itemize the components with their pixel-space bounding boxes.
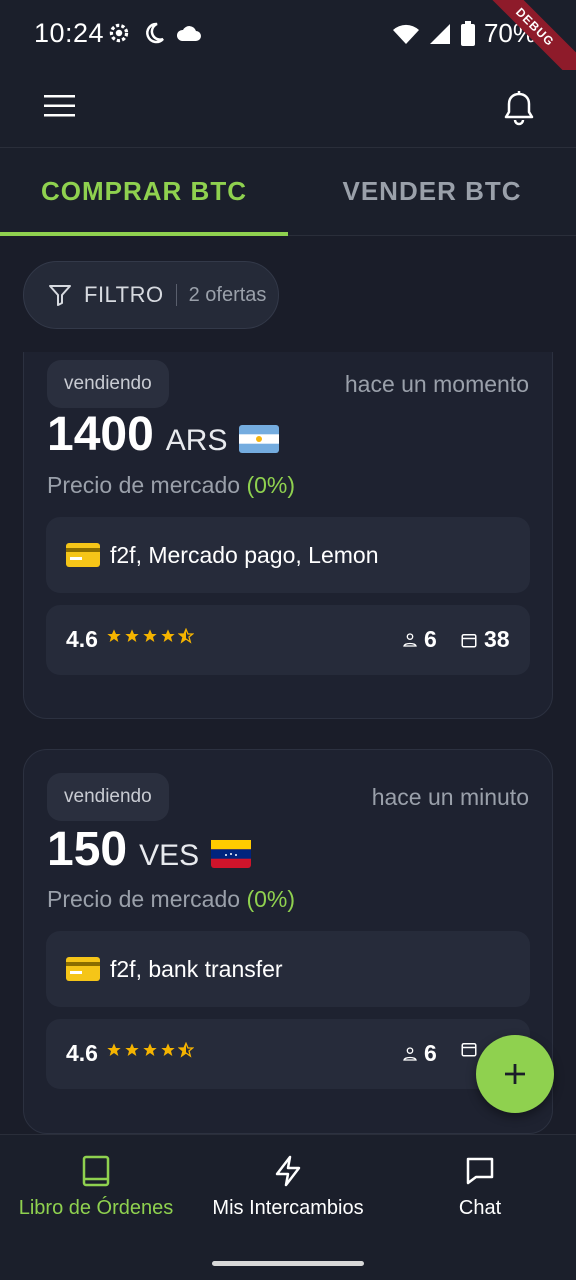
offer-currency: VES — [139, 839, 200, 872]
star-icon — [107, 629, 121, 642]
notifications-button[interactable] — [502, 90, 536, 126]
tab-comprar-btc[interactable]: COMPRAR BTC — [0, 148, 288, 236]
do-not-disturb-icon — [146, 22, 164, 44]
nav-chat[interactable]: Chat — [384, 1155, 576, 1220]
user-icon — [403, 1046, 417, 1061]
payment-text: f2f, Mercado pago, Lemon — [110, 541, 379, 568]
status-bar: 10:24 70% DEBUG — [0, 0, 576, 88]
payment-text: f2f, bank transfer — [110, 955, 283, 982]
tab-bar: COMPRAR BTC VENDER BTC — [0, 148, 576, 236]
status-time: 10:24 — [34, 18, 105, 48]
lightning-icon — [275, 1155, 301, 1187]
offers-count: 2 ofertas — [188, 283, 267, 306]
credit-card-icon — [66, 543, 100, 567]
nav-order-book[interactable]: Libro de Órdenes — [0, 1155, 192, 1220]
rating-value: 4.6 — [66, 1040, 98, 1066]
offer-card[interactable]: vendiendo hace un momento 1400 ARS Preci… — [23, 352, 553, 719]
battery-icon — [460, 20, 475, 46]
market-price: Precio de mercado (0%) — [47, 472, 295, 498]
offer-amount: 1400 — [47, 408, 154, 461]
wifi-icon — [392, 24, 419, 44]
offers-list[interactable]: vendiendo hace un momento 1400 ARS Preci… — [0, 352, 576, 1134]
user-icon — [403, 632, 417, 647]
filter-button[interactable]: FILTRO 2 ofertas — [23, 261, 279, 329]
chat-icon — [466, 1157, 494, 1185]
menu-button[interactable] — [44, 94, 76, 122]
calendar-icon — [461, 633, 477, 647]
offer-time: hace un minuto — [371, 784, 529, 810]
calendar-icon — [461, 1043, 477, 1057]
star-half-icon — [178, 628, 194, 644]
hamburger-icon — [44, 95, 75, 117]
offer-time: hace un momento — [344, 371, 529, 397]
filter-divider — [175, 284, 177, 306]
cloud-icon — [176, 26, 201, 41]
book-icon — [82, 1155, 110, 1187]
star-icon — [143, 629, 157, 642]
credit-card-icon — [66, 957, 100, 981]
star-icon — [107, 1043, 121, 1056]
side-chip: vendiendo — [47, 360, 169, 408]
star-icon — [125, 629, 139, 642]
rating-stars — [106, 1042, 194, 1058]
payment-methods: f2f, Mercado pago, Lemon — [46, 517, 530, 593]
gear-notification-icon — [109, 23, 129, 43]
star-icon — [143, 1043, 157, 1056]
trades-stat: 6 — [402, 1040, 437, 1067]
app-bar — [0, 70, 576, 148]
venezuela-flag-icon — [211, 840, 252, 873]
nav-my-trades[interactable]: Mis Intercambios — [192, 1155, 384, 1220]
payment-methods: f2f, bank transfer — [46, 931, 530, 1007]
rating-stars — [106, 628, 194, 644]
offer-amount: 150 — [47, 823, 128, 876]
filter-label: FILTRO — [84, 282, 164, 307]
argentina-flag-icon — [239, 425, 280, 458]
side-chip: vendiendo — [47, 773, 169, 821]
star-half-icon — [178, 1042, 194, 1058]
home-indicator[interactable] — [212, 1261, 364, 1266]
days-stat: 38 — [460, 626, 510, 653]
signal-icon — [429, 23, 450, 44]
offer-card[interactable]: vendiendo hace un minuto 150 VES Precio … — [23, 749, 553, 1134]
rating-value: 4.6 — [66, 626, 98, 652]
offer-stats: 4.6 6 — [46, 1019, 530, 1089]
bottom-nav: Libro de Órdenes Mis Intercambios Chat — [0, 1134, 576, 1280]
market-price: Precio de mercado (0%) — [47, 886, 295, 912]
trades-stat: 6 — [402, 626, 437, 653]
star-icon — [125, 1043, 139, 1056]
star-icon — [161, 629, 175, 642]
plus-icon — [505, 1064, 525, 1084]
star-icon — [161, 1043, 175, 1056]
filter-icon — [49, 285, 71, 306]
tab-vender-btc[interactable]: VENDER BTC — [288, 148, 576, 235]
offer-currency: ARS — [165, 424, 228, 457]
offer-stats: 4.6 6 38 — [46, 605, 530, 675]
add-offer-button[interactable] — [476, 1035, 554, 1113]
bell-icon — [504, 91, 534, 126]
